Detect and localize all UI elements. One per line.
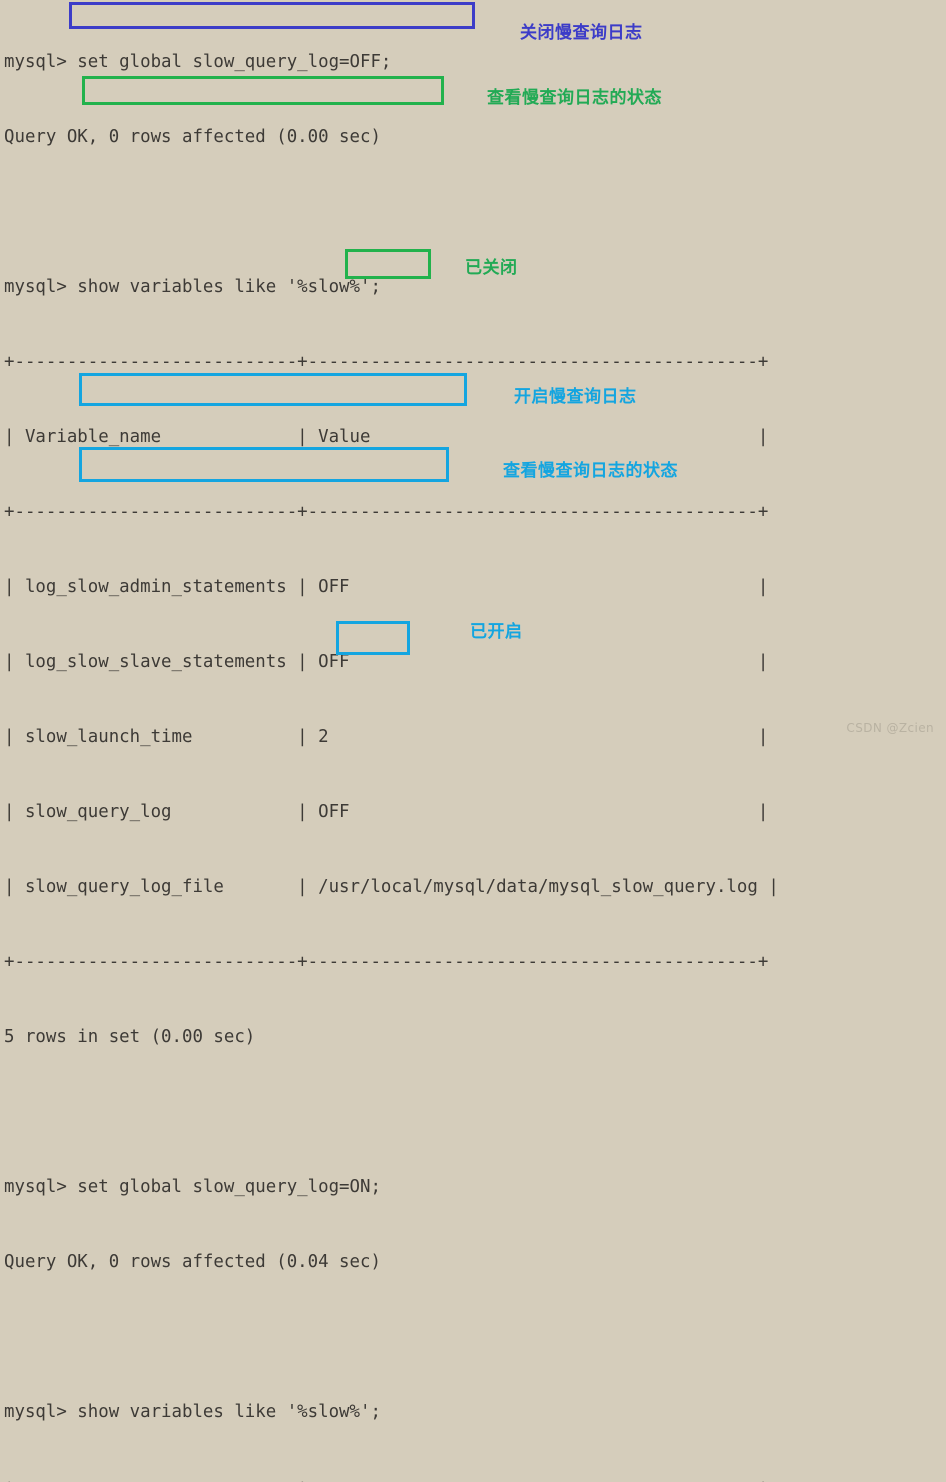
terminal-line-table2-top-rule: +---------------------------+-----------… bbox=[0, 1475, 946, 1482]
terminal-line-table1-mid-rule: +---------------------------+-----------… bbox=[4, 502, 769, 522]
terminal-line-command-show-1: mysql> show variables like '%slow%'; bbox=[4, 277, 381, 297]
terminal-line-table1-bot-rule: +---------------------------+-----------… bbox=[4, 952, 769, 972]
terminal-line-rowcount-1: 5 rows in set (0.00 sec) bbox=[4, 1027, 256, 1047]
annotation-check-status-2: 查看慢查询日志的状态 bbox=[503, 461, 678, 481]
annotation-already-enabled: 已开启 bbox=[470, 622, 523, 642]
terminal-line-table1-header: | Variable_name | Value | bbox=[4, 427, 769, 447]
terminal-line-table1-row-3: | slow_launch_time | 2 | bbox=[4, 727, 769, 747]
terminal-line-table1-row-2: | log_slow_slave_statements | OFF | bbox=[4, 652, 769, 672]
terminal-line-result-1: Query OK, 0 rows affected (0.00 sec) bbox=[4, 127, 381, 147]
terminal-line-command-set-on: mysql> set global slow_query_log=ON; bbox=[4, 1177, 381, 1197]
terminal-line-command-set-off: mysql> set global slow_query_log=OFF; bbox=[4, 52, 392, 72]
terminal-line-command-show-2: mysql> show variables like '%slow%'; bbox=[4, 1402, 381, 1422]
csdn-watermark: CSDN @Zcien bbox=[846, 721, 934, 735]
terminal-line-result-2: Query OK, 0 rows affected (0.04 sec) bbox=[4, 1252, 381, 1272]
annotation-disable-log: 关闭慢查询日志 bbox=[520, 23, 643, 43]
annotation-enable-log: 开启慢查询日志 bbox=[514, 387, 637, 407]
terminal-line-table1-row-1: | log_slow_admin_statements | OFF | bbox=[4, 577, 769, 597]
terminal-line-table1-row-4: | slow_query_log | OFF | bbox=[4, 802, 769, 822]
terminal-line-table1-top-rule: +---------------------------+-----------… bbox=[4, 352, 769, 372]
terminal-line-table1-row-5: | slow_query_log_file | /usr/local/mysql… bbox=[4, 877, 779, 897]
annotation-already-disabled: 已关闭 bbox=[465, 258, 518, 278]
annotation-check-status-1: 查看慢查询日志的状态 bbox=[487, 88, 662, 108]
